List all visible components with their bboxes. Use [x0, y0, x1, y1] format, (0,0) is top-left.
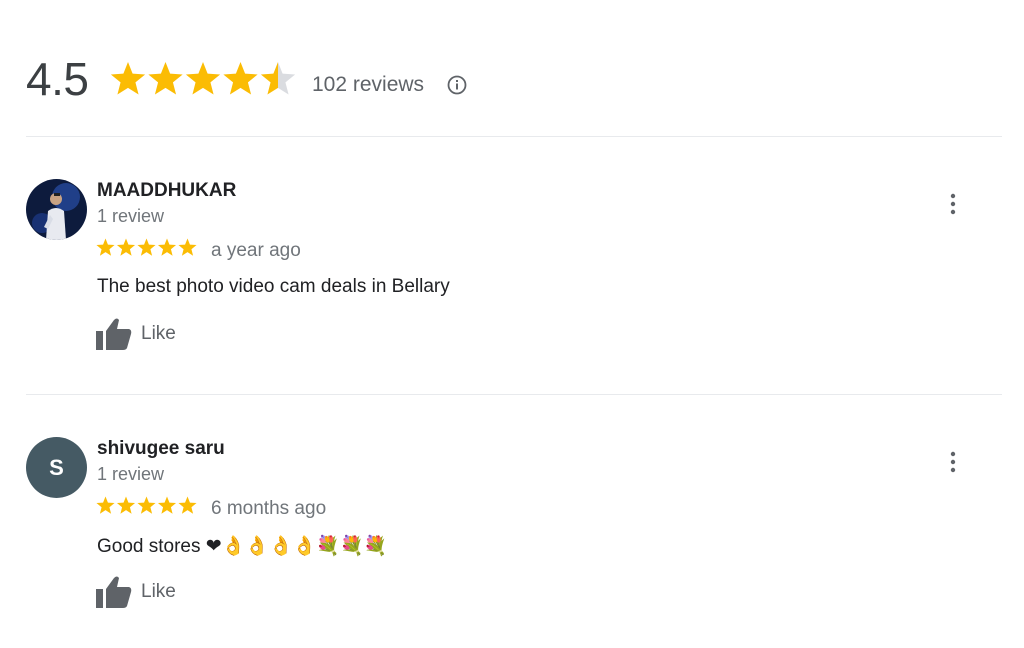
reviewer-review-count: 1 review	[97, 206, 165, 226]
thumbs-up-icon	[96, 576, 132, 608]
more-options-icon[interactable]	[944, 449, 962, 475]
review-stars	[96, 238, 197, 256]
star-icon	[178, 496, 197, 514]
star-icon	[116, 238, 136, 256]
like-label: Like	[141, 581, 176, 602]
like-label: Like	[141, 323, 176, 344]
like-button[interactable]: Like	[96, 575, 176, 609]
review-count: 102 reviews	[312, 73, 425, 96]
star-icon	[148, 62, 183, 95]
star-icon	[260, 62, 296, 95]
review-item: S shivugee saru 1 review 6 months ago Go…	[26, 437, 1002, 637]
average-rating: 4.5	[26, 53, 89, 105]
thumbs-up-icon	[96, 318, 132, 350]
divider	[26, 136, 1002, 137]
star-icon	[223, 62, 258, 95]
avatar[interactable]: S	[26, 437, 87, 498]
star-icon	[110, 62, 146, 95]
star-icon	[96, 496, 115, 514]
reviewer-review-count: 1 review	[97, 464, 165, 484]
rating-stars	[110, 62, 296, 95]
divider	[26, 394, 1002, 395]
like-button[interactable]: Like	[96, 317, 176, 351]
review-text: Good stores ❤👌👌👌👌💐💐💐	[97, 536, 388, 557]
star-icon	[96, 238, 115, 256]
review-date: 6 months ago	[211, 498, 327, 519]
rating-summary: 4.5 102 reviews	[26, 50, 1006, 110]
reviewer-name[interactable]: MAADDHUKAR	[97, 180, 236, 202]
review-date: a year ago	[211, 240, 301, 261]
star-icon	[116, 496, 136, 514]
info-icon[interactable]	[446, 74, 468, 96]
reviewer-name[interactable]: shivugee saru	[97, 438, 225, 460]
star-icon	[157, 238, 177, 256]
avatar[interactable]	[26, 179, 87, 240]
review-stars	[96, 496, 197, 514]
star-icon	[185, 62, 221, 95]
star-icon	[178, 238, 197, 256]
review-item: MAADDHUKAR 1 review a year ago The best …	[26, 179, 1002, 379]
star-icon	[137, 238, 156, 256]
star-icon	[157, 496, 177, 514]
review-text: The best photo video cam deals in Bellar…	[97, 276, 450, 297]
more-options-icon[interactable]	[944, 191, 962, 217]
star-icon	[137, 496, 156, 514]
